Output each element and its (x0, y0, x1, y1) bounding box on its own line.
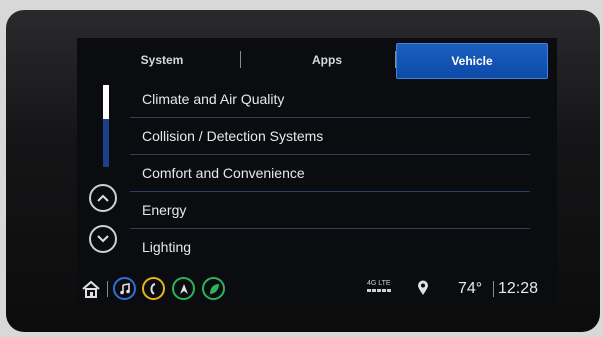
list-item-label: Lighting (142, 239, 192, 255)
network-indicator: 4G LTE (367, 280, 393, 294)
list-item-collision[interactable]: Collision / Detection Systems (130, 118, 530, 155)
energy-button[interactable] (202, 277, 225, 300)
navigation-button[interactable] (172, 277, 195, 300)
clock: 12:28 (498, 280, 539, 297)
bottom-status-bar: 4G LTE 74° 12:28 (77, 270, 557, 306)
list-item-lighting[interactable]: Lighting (130, 229, 530, 265)
location-pin-icon (418, 280, 428, 295)
navigation-icon (179, 283, 188, 294)
scrollbar[interactable] (103, 85, 109, 167)
list-item-label: Energy (142, 202, 187, 218)
tab-system-label: System (140, 53, 184, 67)
home-icon (82, 280, 100, 298)
vehicle-menu-list: Climate and Air Quality Collision / Dete… (130, 81, 530, 265)
outside-temperature: 74° (458, 280, 483, 297)
tab-vehicle[interactable]: Vehicle (396, 43, 548, 79)
chevron-down-icon (97, 235, 109, 243)
tab-vehicle-label: Vehicle (451, 54, 493, 68)
tab-apps[interactable]: Apps (272, 43, 382, 77)
tab-apps-label: Apps (312, 53, 342, 67)
list-item-climate[interactable]: Climate and Air Quality (130, 81, 530, 118)
phone-button[interactable] (142, 277, 165, 300)
chevron-up-icon (97, 194, 109, 202)
bar-divider (107, 281, 108, 297)
tab-divider (240, 51, 241, 68)
tab-system[interactable]: System (127, 43, 197, 77)
signal-bars (367, 289, 393, 292)
list-item-label: Comfort and Convenience (142, 165, 305, 181)
list-item-label: Climate and Air Quality (142, 91, 285, 107)
scroll-down-button[interactable] (89, 225, 117, 253)
list-item-label: Collision / Detection Systems (142, 128, 324, 144)
leaf-icon (209, 283, 219, 294)
list-item-energy[interactable]: Energy (130, 192, 530, 229)
audio-icon (119, 282, 130, 294)
tab-bar: System Apps Vehicle (82, 38, 552, 79)
location-indicator (417, 280, 429, 296)
list-item-comfort[interactable]: Comfort and Convenience (130, 155, 530, 192)
infotainment-screen: System Apps Vehicle Climate and Air Qual… (77, 38, 557, 308)
scrollbar-thumb[interactable] (103, 85, 109, 119)
phone-icon (150, 282, 155, 295)
network-label: 4G LTE (367, 280, 391, 287)
audio-button[interactable] (113, 277, 136, 300)
scroll-up-button[interactable] (89, 184, 117, 212)
home-button[interactable] (81, 279, 101, 299)
bar-divider (493, 281, 494, 297)
